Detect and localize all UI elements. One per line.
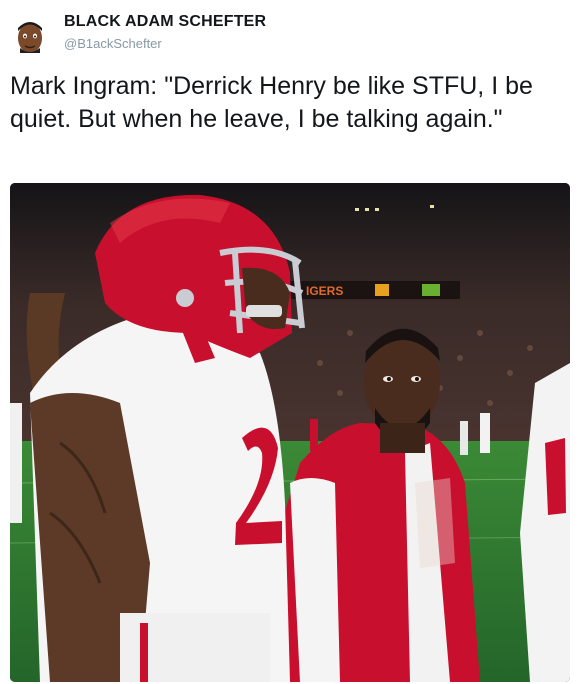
- avatar[interactable]: [10, 16, 50, 56]
- football-photo-image: IGERS: [10, 183, 570, 682]
- scoreboard-text: IGERS: [306, 284, 343, 298]
- tweet-photo[interactable]: IGERS: [10, 183, 570, 682]
- board-logo-2: [422, 284, 440, 296]
- tweet-text: Mark Ingram: "Derrick Henry be like STFU…: [10, 72, 533, 133]
- user-names: BLACK ADAM SCHEFTER @B1ackSchefter: [64, 10, 266, 51]
- display-name[interactable]: BLACK ADAM SCHEFTER: [64, 13, 266, 31]
- cartoon-face-avatar-icon: [10, 16, 50, 56]
- tweet-header: BLACK ADAM SCHEFTER @B1ackSchefter: [10, 10, 266, 62]
- user-handle[interactable]: @B1ackSchefter: [64, 36, 266, 51]
- tweet-card: BLACK ADAM SCHEFTER @B1ackSchefter Mark …: [0, 0, 587, 684]
- board-logo: [375, 284, 389, 296]
